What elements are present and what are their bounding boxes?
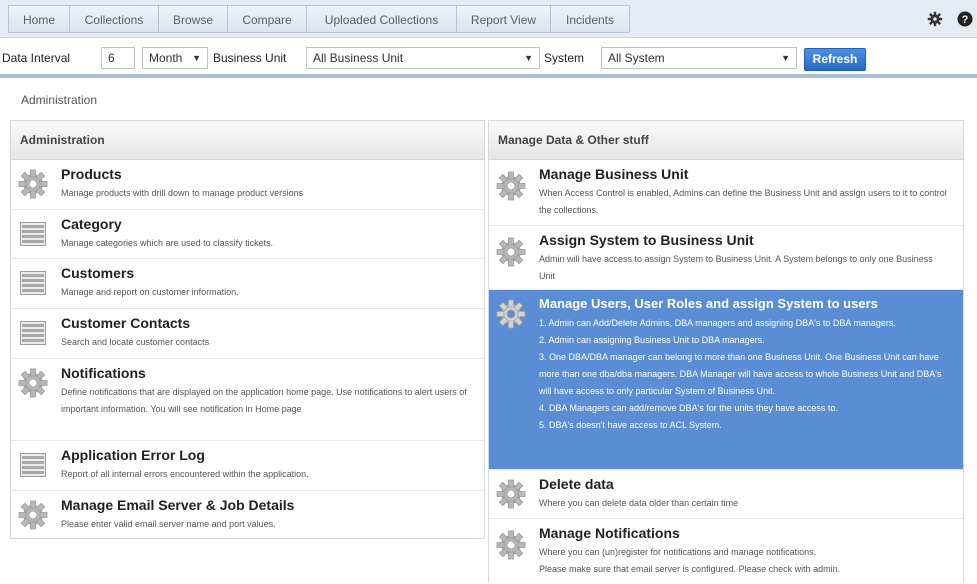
- business-unit-label: Business Unit: [213, 51, 287, 65]
- item-title: Manage Business Unit: [539, 166, 689, 182]
- list-icon: [20, 321, 46, 350]
- item-description: Where you can delete data older than cer…: [539, 498, 739, 508]
- list-icon: [20, 453, 46, 482]
- system-value: All System: [608, 51, 665, 65]
- item-description: Define notifications that are displayed …: [61, 387, 467, 414]
- item-title: Notifications: [61, 365, 146, 381]
- item-description: When Access Control is enabled, Admins c…: [539, 188, 947, 215]
- data-interval-label: Data Interval: [2, 51, 71, 65]
- admin-item-products[interactable]: Products Manage products with drill down…: [11, 160, 484, 210]
- item-title: Products: [61, 166, 122, 182]
- chevron-down-icon: ▼: [781, 53, 790, 63]
- interval-unit-value: Month: [149, 51, 183, 65]
- manage-data-panel: Manage Data & Other stuff Manage Busines…: [488, 120, 964, 583]
- tab-collections[interactable]: Collections: [70, 5, 159, 33]
- administration-panel: Administration Products Manage products …: [10, 120, 485, 539]
- gear-icon: [495, 170, 527, 207]
- admin-item-customers[interactable]: Customers Manage and report on customer …: [11, 259, 484, 309]
- top-navigation: Home Collections Browse Compare Uploaded…: [0, 0, 977, 38]
- admin-item-customer-contacts[interactable]: Customer Contacts Search and locate cust…: [11, 309, 484, 359]
- manage-item-notifications[interactable]: Manage Notifications Where you can (un)r…: [489, 519, 963, 584]
- description-line: 3. One DBA/DBA manager can belong to mor…: [539, 352, 942, 396]
- gear-icon[interactable]: [927, 11, 943, 27]
- manage-item-business-unit[interactable]: Manage Business Unit When Access Control…: [489, 160, 963, 226]
- data-interval-input[interactable]: 6: [101, 47, 135, 69]
- item-title: Assign System to Business Unit: [539, 232, 754, 248]
- item-title: Manage Users, User Roles and assign Syst…: [539, 296, 878, 311]
- description-line: 1. Admin can Add/Delete Admins, DBA mana…: [539, 318, 896, 328]
- item-description: Manage and report on customer informatio…: [61, 287, 239, 297]
- item-description: Manage categories which are used to clas…: [61, 238, 274, 248]
- item-description: Search and locate customer contacts: [61, 337, 210, 347]
- list-icon: [20, 271, 46, 300]
- breadcrumb[interactable]: Administration: [21, 93, 97, 107]
- admin-item-category[interactable]: Category Manage categories which are use…: [11, 210, 484, 259]
- tab-report-view[interactable]: Report View: [457, 5, 551, 33]
- item-description: Manage products with drill down to manag…: [61, 188, 304, 198]
- item-title: Customer Contacts: [61, 315, 191, 331]
- gear-icon: [495, 298, 527, 335]
- help-icon[interactable]: ?: [957, 11, 973, 27]
- item-title: Manage Email Server & Job Details: [61, 497, 295, 513]
- gear-icon: [495, 478, 527, 515]
- item-title: Application Error Log: [61, 447, 205, 463]
- item-title: Manage Notifications: [539, 525, 680, 541]
- panel-title: Administration: [11, 121, 484, 160]
- manage-item-assign-system[interactable]: Assign System to Business Unit Admin wil…: [489, 226, 963, 290]
- description-line: 4. DBA Managers can add/remove DBA's for…: [539, 403, 838, 413]
- manage-item-users-roles[interactable]: Manage Users, User Roles and assign Syst…: [489, 290, 963, 470]
- item-description: Report of all internal errors encountere…: [61, 469, 309, 479]
- gear-icon: [17, 499, 49, 536]
- item-description: Where you can (un)register for notificat…: [539, 544, 949, 578]
- chevron-down-icon: ▼: [192, 53, 201, 63]
- panel-title: Manage Data & Other stuff: [489, 121, 963, 160]
- list-icon: [20, 222, 46, 251]
- gear-icon: [17, 168, 49, 205]
- business-unit-select[interactable]: All Business Unit ▼: [306, 47, 540, 69]
- interval-unit-select[interactable]: Month ▼: [142, 47, 208, 69]
- item-description: Please enter valid email server name and…: [61, 519, 276, 529]
- tab-compare[interactable]: Compare: [228, 5, 307, 33]
- description-line: Where you can (un)register for notificat…: [539, 547, 817, 557]
- item-title: Category: [61, 216, 122, 232]
- chevron-down-icon: ▼: [524, 53, 533, 63]
- gear-icon: [495, 236, 527, 273]
- system-select[interactable]: All System ▼: [601, 47, 797, 69]
- admin-item-application-error-log[interactable]: Application Error Log Report of all inte…: [11, 441, 484, 491]
- gear-icon: [17, 367, 49, 404]
- item-title: Delete data: [539, 476, 614, 492]
- system-label: System: [544, 51, 585, 65]
- item-description: 1. Admin can Add/Delete Admins, DBA mana…: [539, 315, 949, 434]
- svg-text:?: ?: [962, 14, 969, 26]
- tab-browse[interactable]: Browse: [159, 5, 228, 33]
- item-title: Customers: [61, 265, 135, 281]
- item-description: Admin will have access to assign System …: [539, 254, 933, 281]
- refresh-button[interactable]: Refresh: [804, 48, 866, 71]
- admin-item-notifications[interactable]: Notifications Define notifications that …: [11, 359, 484, 441]
- nav-icons: ?: [927, 0, 973, 38]
- manage-item-delete-data[interactable]: Delete data Where you can delete data ol…: [489, 470, 963, 519]
- tab-home[interactable]: Home: [8, 5, 70, 33]
- nav-tabs: Home Collections Browse Compare Uploaded…: [8, 5, 630, 33]
- description-line: 2. Admin can assigning Business Unit to …: [539, 335, 765, 345]
- business-unit-value: All Business Unit: [313, 51, 404, 65]
- tab-incidents[interactable]: Incidents: [551, 5, 630, 33]
- tab-uploaded-collections[interactable]: Uploaded Collections: [307, 5, 457, 33]
- admin-item-manage-email-server[interactable]: Manage Email Server & Job Details Please…: [11, 491, 484, 539]
- description-line: Please make sure that email server is co…: [539, 564, 841, 574]
- description-line: 5. DBA's doesn't have access to ACL Syst…: [539, 420, 722, 430]
- gear-icon: [495, 529, 527, 566]
